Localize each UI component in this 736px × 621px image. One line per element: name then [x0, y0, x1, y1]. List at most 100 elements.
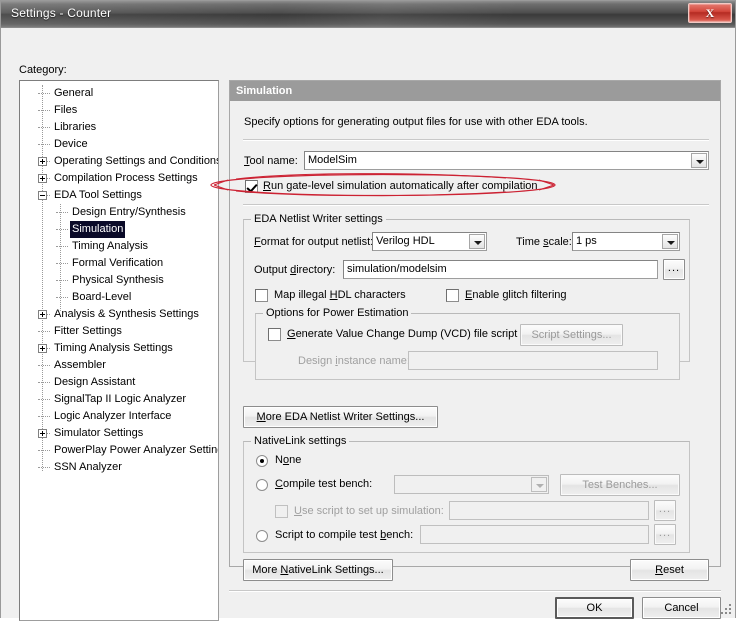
- sidebar-item-label: Formal Verification: [72, 257, 164, 269]
- sidebar-item-simulation[interactable]: Simulation: [20, 221, 218, 238]
- sidebar-item-design-entry-synthesis[interactable]: Design Entry/Synthesis: [20, 204, 218, 221]
- expand-plus-icon[interactable]: [38, 344, 47, 353]
- expand-plus-icon[interactable]: [38, 310, 47, 319]
- output-directory-label: Output directory:: [254, 264, 336, 276]
- sidebar-item-label: Analysis & Synthesis Settings: [54, 308, 199, 320]
- nativelink-group-title: NativeLink settings: [251, 435, 350, 447]
- expand-plus-icon[interactable]: [38, 157, 47, 166]
- nativelink-group: NativeLink settings None Compile test be…: [243, 435, 690, 553]
- sidebar-item-logic-analyzer-interface[interactable]: Logic Analyzer Interface: [20, 408, 218, 425]
- tree-guide-icon: [38, 331, 50, 333]
- tree-guide-icon: [56, 212, 68, 214]
- sidebar-item-operating-settings-and-conditions[interactable]: Operating Settings and Conditions: [20, 153, 218, 170]
- test-benches-button: Test Benches...: [560, 474, 680, 496]
- cancel-button[interactable]: Cancel: [642, 597, 721, 619]
- ok-button[interactable]: OK: [555, 597, 634, 619]
- more-eda-netlist-writer-settings-button[interactable]: More EDA Netlist Writer Settings...: [243, 406, 438, 428]
- sidebar-item-label: PowerPlay Power Analyzer Settings: [54, 444, 219, 456]
- sidebar-item-label: Simulation: [70, 221, 126, 238]
- sidebar-item-label: Logic Analyzer Interface: [54, 410, 172, 422]
- map-illegal-hdl-checkbox[interactable]: [255, 289, 268, 302]
- run-gatelevel-label[interactable]: Run gate-level simulation automatically …: [263, 180, 538, 192]
- panel-divider-top: [243, 139, 709, 141]
- use-script-checkbox: [275, 505, 288, 518]
- tree-guide-icon: [56, 263, 68, 265]
- title-bar[interactable]: Settings - Counter X: [1, 1, 735, 28]
- nativelink-none-label[interactable]: None: [275, 454, 301, 466]
- reset-button[interactable]: Reset: [630, 559, 709, 581]
- use-script-browse-button: ...: [654, 500, 676, 521]
- sidebar-item-general[interactable]: General: [20, 85, 218, 102]
- chevron-down-icon[interactable]: [469, 234, 485, 249]
- output-directory-input[interactable]: simulation/modelsim: [343, 260, 658, 279]
- tool-name-value: ModelSim: [308, 154, 357, 166]
- tool-name-combo[interactable]: ModelSim: [304, 151, 709, 170]
- expand-plus-icon[interactable]: [38, 429, 47, 438]
- category-tree[interactable]: General Files Libraries Device Operating Set…: [19, 80, 219, 621]
- sidebar-item-label: Libraries: [54, 121, 97, 133]
- use-script-input: [449, 501, 649, 520]
- map-illegal-hdl-label[interactable]: Map illegal HDL characters: [274, 289, 406, 301]
- chevron-down-icon[interactable]: [662, 234, 678, 249]
- close-icon[interactable]: X: [688, 3, 732, 23]
- sidebar-item-simulator-settings[interactable]: Simulator Settings: [20, 425, 218, 442]
- sidebar-item-label: EDA Tool Settings: [54, 189, 142, 201]
- chevron-down-icon[interactable]: [691, 153, 707, 168]
- script-settings-button: Script Settings...: [520, 324, 623, 346]
- collapse-minus-icon[interactable]: [38, 191, 47, 200]
- use-script-label: Use script to set up simulation:: [294, 505, 444, 517]
- enable-glitch-filtering-label[interactable]: Enable glitch filtering: [465, 289, 567, 301]
- tree-guide-icon: [38, 416, 50, 418]
- script-testbench-input: [420, 525, 649, 544]
- close-icon-glyph: X: [705, 6, 715, 20]
- enable-glitch-filtering-checkbox[interactable]: [446, 289, 459, 302]
- eda-netlist-writer-group-title: EDA Netlist Writer settings: [251, 213, 386, 225]
- design-instance-name-label: Design instance name:: [298, 355, 410, 367]
- sidebar-item-physical-synthesis[interactable]: Physical Synthesis: [20, 272, 218, 289]
- format-output-netlist-combo[interactable]: Verilog HDL: [372, 232, 487, 251]
- sidebar-item-libraries[interactable]: Libraries: [20, 119, 218, 136]
- eda-netlist-writer-group: EDA Netlist Writer settings Format for o…: [243, 213, 690, 380]
- compile-testbench-combo: [394, 475, 549, 494]
- sidebar-item-label: Fitter Settings: [54, 325, 122, 337]
- sidebar-item-fitter-settings[interactable]: Fitter Settings: [20, 323, 218, 340]
- sidebar-item-compilation-process-settings[interactable]: Compilation Process Settings: [20, 170, 218, 187]
- sidebar-item-formal-verification[interactable]: Formal Verification: [20, 255, 218, 272]
- sidebar-item-board-level[interactable]: Board-Level: [20, 289, 218, 306]
- sidebar-item-eda-tool-settings[interactable]: EDA Tool Settings: [20, 187, 218, 204]
- time-scale-value: 1 ps: [576, 235, 597, 247]
- sidebar-item-label: Board-Level: [72, 291, 132, 303]
- nativelink-script-testbench-label[interactable]: Script to compile test bench:: [275, 529, 413, 541]
- resize-grip[interactable]: [719, 602, 733, 616]
- nativelink-script-testbench-radio[interactable]: [256, 530, 268, 542]
- output-directory-browse-button[interactable]: ...: [663, 259, 685, 280]
- generate-vcd-label[interactable]: Generate Value Change Dump (VCD) file sc…: [287, 328, 517, 340]
- sidebar-item-timing-analysis[interactable]: Timing Analysis: [20, 238, 218, 255]
- sidebar-item-timing-analysis-settings[interactable]: Timing Analysis Settings: [20, 340, 218, 357]
- tree-guide-icon: [38, 467, 50, 469]
- sidebar-item-label: Files: [54, 104, 78, 116]
- nativelink-compile-testbench-label[interactable]: Compile test bench:: [275, 478, 372, 490]
- sidebar-item-files[interactable]: Files: [20, 102, 218, 119]
- nativelink-none-radio[interactable]: [256, 455, 268, 467]
- sidebar-item-signaltap-ii-logic-analyzer[interactable]: SignalTap II Logic Analyzer: [20, 391, 218, 408]
- sidebar-item-label: Design Assistant: [54, 376, 136, 388]
- sidebar-item-analysis-synthesis-settings[interactable]: Analysis & Synthesis Settings: [20, 306, 218, 323]
- sidebar-item-powerplay-power-analyzer-settings[interactable]: PowerPlay Power Analyzer Settings: [20, 442, 218, 459]
- generate-vcd-checkbox[interactable]: [268, 328, 281, 341]
- more-nativelink-settings-button[interactable]: More NativeLink Settings...: [243, 559, 393, 581]
- expand-plus-icon[interactable]: [38, 174, 47, 183]
- format-output-netlist-value: Verilog HDL: [376, 235, 435, 247]
- sidebar-item-label: Physical Synthesis: [72, 274, 164, 286]
- sidebar-item-device[interactable]: Device: [20, 136, 218, 153]
- nativelink-compile-testbench-radio[interactable]: [256, 479, 268, 491]
- sidebar-item-design-assistant[interactable]: Design Assistant: [20, 374, 218, 391]
- time-scale-combo[interactable]: 1 ps: [572, 232, 680, 251]
- sidebar-item-label: Compilation Process Settings: [54, 172, 198, 184]
- tree-guide-icon: [38, 110, 50, 112]
- tree-guide-icon: [38, 450, 50, 452]
- tree-guide-icon: [56, 229, 68, 231]
- run-gatelevel-checkbox[interactable]: [245, 180, 258, 193]
- sidebar-item-assembler[interactable]: Assembler: [20, 357, 218, 374]
- sidebar-item-ssn-analyzer[interactable]: SSN Analyzer: [20, 459, 218, 476]
